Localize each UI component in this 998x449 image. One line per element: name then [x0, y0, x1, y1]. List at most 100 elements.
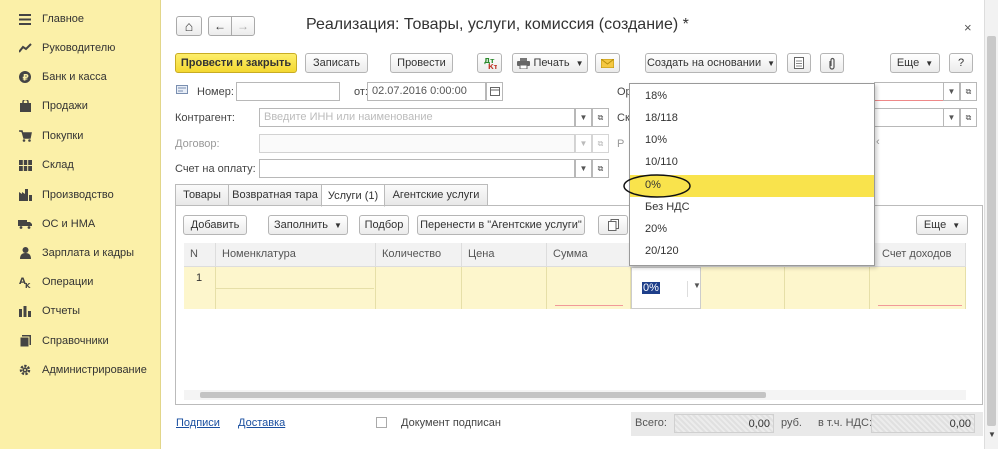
organization-open-button[interactable]: ⧉ — [960, 82, 977, 101]
sidebar-item-production[interactable]: Производство — [0, 184, 161, 206]
more-label: Еще — [896, 57, 920, 69]
tab-services[interactable]: Услуги (1) — [321, 184, 385, 207]
vat-option[interactable]: 18/118 — [630, 108, 874, 130]
vat-total-value: 0,00 — [871, 414, 975, 433]
date-input[interactable]: 02.07.2016 0:00:00 — [367, 82, 486, 101]
vat-option[interactable]: 20/120 — [630, 241, 874, 263]
dt-kt-button[interactable]: Дт Кт — [477, 53, 502, 73]
column-header-quantity[interactable]: Количество — [376, 243, 462, 267]
create-based-on-button[interactable]: Создать на основании ▼ — [645, 53, 777, 73]
chevron-down-icon[interactable]: ▼ — [687, 281, 701, 297]
table-cell-extra-2[interactable] — [785, 267, 870, 309]
vertical-scrollbar[interactable]: ▼ — [984, 0, 998, 449]
vat-option[interactable]: 10/110 — [630, 152, 874, 174]
save-button[interactable]: Записать — [305, 53, 368, 73]
post-button[interactable]: Провести — [390, 53, 453, 73]
document-signed-checkbox[interactable] — [376, 417, 387, 428]
open-icon: ⧉ — [597, 138, 604, 148]
email-button[interactable] — [595, 53, 620, 73]
forward-arrow-icon: → — [237, 19, 249, 33]
vat-option[interactable]: Без НДС — [630, 197, 874, 219]
table-cell-income-account[interactable] — [870, 267, 966, 309]
vat-rate-dropdown: 18% 18/118 10% 10/110 0% Без НДС 20% 20/… — [623, 83, 875, 266]
truck-icon — [18, 217, 32, 231]
warehouse-open-button[interactable]: ⧉ — [960, 108, 977, 127]
counterparty-dropdown-button[interactable]: ▼ — [575, 108, 592, 127]
warehouse-input[interactable] — [874, 108, 944, 127]
column-header-n[interactable]: N — [184, 243, 216, 267]
print-button[interactable]: Печать ▼ — [512, 53, 588, 73]
column-header-sum[interactable]: Сумма — [547, 243, 631, 267]
counterparty-open-button[interactable]: ⧉ — [592, 108, 609, 127]
scroll-down-icon[interactable]: ▼ — [988, 430, 996, 439]
table-cell-nomenclature[interactable] — [216, 267, 376, 309]
sidebar-item-sales[interactable]: Продажи — [0, 95, 161, 117]
signatures-link[interactable]: Подписи — [176, 417, 220, 429]
sidebar-item-catalogs[interactable]: Справочники — [0, 330, 161, 352]
vat-option[interactable]: 10% — [630, 130, 874, 152]
sidebar-item-main[interactable]: Главное — [0, 8, 161, 30]
invoice-dropdown-button[interactable]: ▼ — [575, 159, 592, 178]
scrollbar-thumb[interactable] — [200, 392, 766, 398]
move-to-agent-services-button[interactable]: Перенести в "Агентские услуги" — [417, 215, 585, 235]
column-header-price[interactable]: Цена — [462, 243, 547, 267]
number-input[interactable] — [236, 82, 340, 101]
home-button[interactable]: ⌂ — [176, 16, 202, 36]
number-field-icon — [176, 85, 188, 97]
warehouse-dropdown-button[interactable]: ▼ — [943, 108, 960, 127]
chevron-down-icon: ▼ — [767, 58, 776, 68]
delivery-link[interactable]: Доставка — [238, 417, 285, 429]
total-label: Всего: — [635, 417, 667, 429]
contract-dropdown-button[interactable]: ▼ — [575, 134, 592, 153]
invoice-input[interactable] — [259, 159, 575, 178]
table-more-button[interactable]: Еще ▼ — [916, 215, 968, 235]
more-button[interactable]: Еще ▼ — [890, 53, 940, 73]
back-button[interactable]: ← — [208, 16, 232, 36]
sidebar-item-salary[interactable]: Зарплата и кадры — [0, 242, 161, 264]
vat-option[interactable]: 20% — [630, 219, 874, 241]
contract-open-button[interactable]: ⧉ — [592, 134, 609, 153]
report-button[interactable] — [787, 53, 811, 73]
sidebar-item-assets[interactable]: ОС и НМА — [0, 213, 161, 235]
fill-button[interactable]: Заполнить ▼ — [268, 215, 348, 235]
table-cell-sum[interactable] — [547, 267, 631, 309]
sidebar-item-operations[interactable]: AK Операции — [0, 271, 161, 293]
tab-returnable-packaging[interactable]: Возвратная тара — [228, 184, 322, 206]
organization-dropdown-button[interactable]: ▼ — [943, 82, 960, 101]
contract-input[interactable] — [259, 134, 575, 153]
vat-option[interactable]: 18% — [630, 86, 874, 108]
table-cell-price[interactable] — [462, 267, 547, 309]
forward-button[interactable]: → — [231, 16, 255, 36]
invoice-open-button[interactable]: ⧉ — [592, 159, 609, 178]
sidebar-item-admin[interactable]: Администрирование — [0, 359, 161, 381]
vertical-scrollbar-thumb[interactable] — [987, 36, 996, 426]
svg-text:₽: ₽ — [23, 74, 29, 84]
attach-button[interactable] — [820, 53, 844, 73]
help-button[interactable]: ? — [949, 53, 973, 73]
sidebar-item-bank[interactable]: ₽ Банк и касса — [0, 66, 161, 88]
copy-icon — [607, 219, 619, 231]
horizontal-scrollbar[interactable] — [184, 390, 966, 400]
svg-text:Кт: Кт — [488, 63, 497, 70]
table-cell-quantity[interactable] — [376, 267, 462, 309]
calendar-button[interactable] — [486, 82, 503, 101]
pick-button[interactable]: Подбор — [359, 215, 409, 235]
tab-agent-services[interactable]: Агентские услуги — [384, 184, 488, 206]
vat-rate-input[interactable]: 0% ▼ — [631, 267, 701, 309]
sidebar-item-warehouse[interactable]: Склад — [0, 154, 161, 176]
sidebar-item-reports[interactable]: Отчеты — [0, 300, 161, 322]
column-header-income-account[interactable]: Счет доходов — [870, 243, 966, 267]
post-and-close-button[interactable]: Провести и закрыть — [175, 53, 297, 73]
open-icon: ⧉ — [597, 112, 604, 122]
table-cell-extra-1[interactable] — [701, 267, 785, 309]
sidebar-item-purchases[interactable]: Покупки — [0, 125, 161, 147]
counterparty-input[interactable]: Введите ИНН или наименование — [259, 108, 575, 127]
organization-input[interactable] — [874, 82, 944, 101]
add-button[interactable]: Добавить — [183, 215, 247, 235]
sidebar-item-manager[interactable]: Руководителю — [0, 37, 161, 59]
column-header-nomenclature[interactable]: Номенклатура — [216, 243, 376, 267]
close-icon[interactable]: × — [964, 20, 972, 35]
open-icon: ⧉ — [965, 112, 972, 122]
tab-goods[interactable]: Товары — [175, 184, 229, 206]
copy-button[interactable] — [598, 215, 628, 235]
